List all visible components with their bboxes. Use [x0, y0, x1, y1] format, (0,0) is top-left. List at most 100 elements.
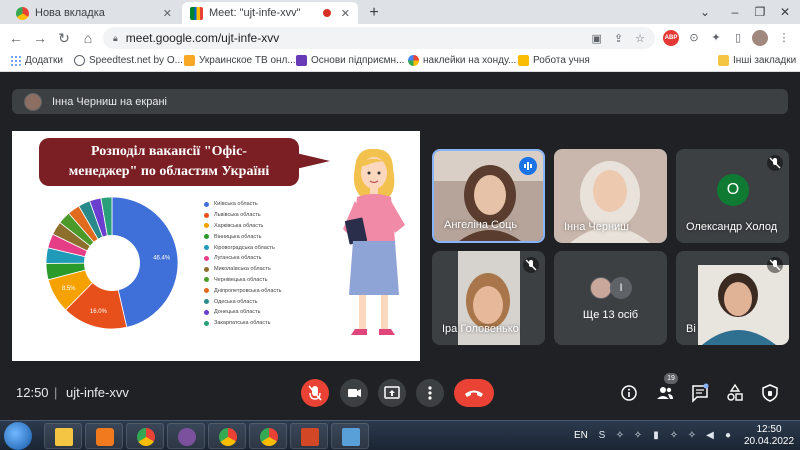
legend-item: Київська область [204, 199, 282, 210]
viber-icon [178, 428, 196, 446]
tray-app-icon[interactable]: ✧ [614, 430, 626, 442]
participant-tile-inna[interactable]: Інна Черниш [554, 149, 667, 243]
home-icon[interactable]: ⌂ [78, 28, 98, 48]
system-clock[interactable]: 12:50 20.04.2022 [740, 424, 798, 448]
bookmark-osnovy[interactable]: Основи підприємн... [296, 55, 404, 66]
presenter-text: Інна Черниш на екрані [52, 95, 167, 108]
legend-label: Миколаївська область [214, 266, 271, 273]
pie-data-label: 46.4% [153, 255, 171, 261]
bookmark-robota-uchnia[interactable]: Робота учня [518, 55, 590, 66]
legend-label: Чернівецька область [214, 276, 268, 283]
tab-meet[interactable]: Meet: "ujt-infe-xvv" ✕ [182, 2, 358, 24]
menu-icon[interactable]: ⋮ [776, 30, 792, 46]
participant-tile-angelina[interactable]: Ангеліна Соць [432, 149, 545, 243]
participant-tile-more[interactable]: І Ще 13 осіб [554, 251, 667, 345]
woman-illustration-icon [343, 148, 405, 335]
camera-toggle-button[interactable] [340, 379, 368, 407]
bookmark-apps[interactable]: Додатки [10, 55, 63, 66]
speech-bubble-tail [296, 153, 330, 169]
more-participants-label: Ще 13 осіб [582, 309, 639, 321]
participant-tile-vi[interactable]: Ві [676, 251, 789, 345]
tab-new-tab[interactable]: Нова вкладка ✕ [8, 2, 180, 24]
address-bar[interactable]: 🔒︎ meet.google.com/ujt-infe-xvv ▣ ⇪ ☆ [103, 27, 655, 49]
bookmark-other[interactable]: Інші закладки [718, 55, 796, 66]
viber-tray-icon[interactable]: ● [722, 430, 734, 442]
taskbar-explorer[interactable] [44, 423, 82, 449]
people-icon[interactable] [655, 383, 675, 403]
chat-icon[interactable] [690, 383, 710, 403]
pie-chart: 46.4% 16.0% 8.5% [45, 196, 179, 330]
taskbar-media[interactable] [85, 423, 123, 449]
taskbar-chrome-3[interactable] [249, 423, 287, 449]
back-button[interactable]: ← [6, 28, 26, 48]
more-vert-icon [428, 386, 432, 400]
presenter-avatar [24, 92, 42, 111]
close-icon[interactable]: ✕ [341, 7, 350, 20]
legend-label: Дніпропетровська область [214, 287, 282, 294]
legend-item: Чернівецька область [204, 275, 282, 286]
reload-button[interactable]: ↻ [54, 28, 74, 48]
speaking-indicator-icon [519, 157, 537, 175]
profile-avatar[interactable] [752, 30, 768, 46]
tab-search-icon[interactable]: ⌄ [690, 2, 720, 22]
browser-toolbar: ← → ↻ ⌂ 🔒︎ meet.google.com/ujt-infe-xvv … [0, 24, 800, 52]
shared-screen[interactable]: Розподіл вакансії "Офіс- менеджер" по об… [12, 131, 420, 361]
tab-title: Meet: "ujt-infe-xvv" [209, 7, 301, 19]
tray-app-icon[interactable]: ✧ [632, 430, 644, 442]
participant-initial-avatar: І [610, 277, 632, 299]
close-window-button[interactable]: ✕ [770, 2, 800, 22]
taskbar-chrome[interactable] [126, 423, 164, 449]
meeting-code[interactable]: ujt-infe-xvv [66, 385, 129, 400]
bookmark-label: Робота учня [533, 55, 590, 66]
clock-date: 20.04.2022 [743, 436, 795, 447]
close-icon[interactable]: ✕ [163, 7, 172, 20]
present-screen-button[interactable] [378, 379, 406, 407]
start-button[interactable] [4, 422, 32, 450]
input-language[interactable]: EN [574, 430, 588, 441]
tray-app-icon[interactable]: ✧ [668, 430, 680, 442]
puzzle-icon[interactable]: ✦ [708, 30, 724, 46]
volume-icon[interactable]: ◀ [704, 430, 716, 442]
legend-item: Луганська область [204, 253, 282, 264]
participant-name: Ангеліна Соць [444, 219, 518, 231]
extension-icon[interactable]: ⊙ [686, 30, 702, 46]
taskbar-image-viewer[interactable] [331, 423, 369, 449]
new-tab-button[interactable]: + [364, 3, 384, 23]
more-options-button[interactable] [416, 379, 444, 407]
mic-off-icon [767, 155, 783, 171]
presenter-banner[interactable]: Інна Черниш на екрані [12, 89, 788, 114]
share-icon[interactable]: ⇪ [614, 32, 623, 45]
legend-item: Львівська область [204, 210, 282, 221]
sidebar-icon[interactable]: ▯ [730, 30, 746, 46]
activities-icon[interactable] [725, 383, 745, 403]
tray-app-icon[interactable]: ✧ [686, 430, 698, 442]
leave-call-button[interactable] [454, 379, 494, 407]
star-icon[interactable]: ☆ [635, 32, 645, 45]
bookmark-speedtest[interactable]: Speedtest.net by O... [74, 55, 183, 66]
skype-icon[interactable]: S [596, 430, 608, 442]
legend-item: Дніпропетровська область [204, 285, 282, 296]
taskbar-chrome-2[interactable] [208, 423, 246, 449]
pie-data-label: 8.5% [62, 286, 76, 292]
network-icon[interactable]: ▮ [650, 430, 662, 442]
legend-label: Закарпатська область [214, 320, 271, 327]
host-controls-icon[interactable] [760, 383, 780, 403]
participant-tile-ira[interactable]: Іра Головенько [432, 251, 545, 345]
bookmark-ukr-tv[interactable]: Украинское ТВ онл... [184, 55, 296, 66]
legend-item: Кіровоградська область [204, 242, 282, 253]
slide-title-line1: Розподіл вакансії "Офіс- [91, 144, 247, 159]
powerpoint-icon [301, 428, 319, 446]
legend-item: Донецька область [204, 307, 282, 318]
participant-name: Ві [686, 323, 696, 335]
adblock-plus-icon[interactable]: ABP [663, 30, 679, 46]
taskbar-powerpoint[interactable] [290, 423, 328, 449]
mic-toggle-button[interactable] [301, 379, 329, 407]
forward-button[interactable]: → [30, 28, 50, 48]
videocam-icon [348, 389, 361, 397]
legend-swatch [204, 212, 209, 218]
taskbar-viber[interactable] [167, 423, 205, 449]
info-icon[interactable] [619, 383, 639, 403]
camera-icon[interactable]: ▣ [592, 32, 602, 45]
participant-tile-oleksandr[interactable]: О Олександр Холод [676, 149, 789, 243]
bookmark-naklejky[interactable]: наклейки на хонду... [408, 55, 516, 66]
